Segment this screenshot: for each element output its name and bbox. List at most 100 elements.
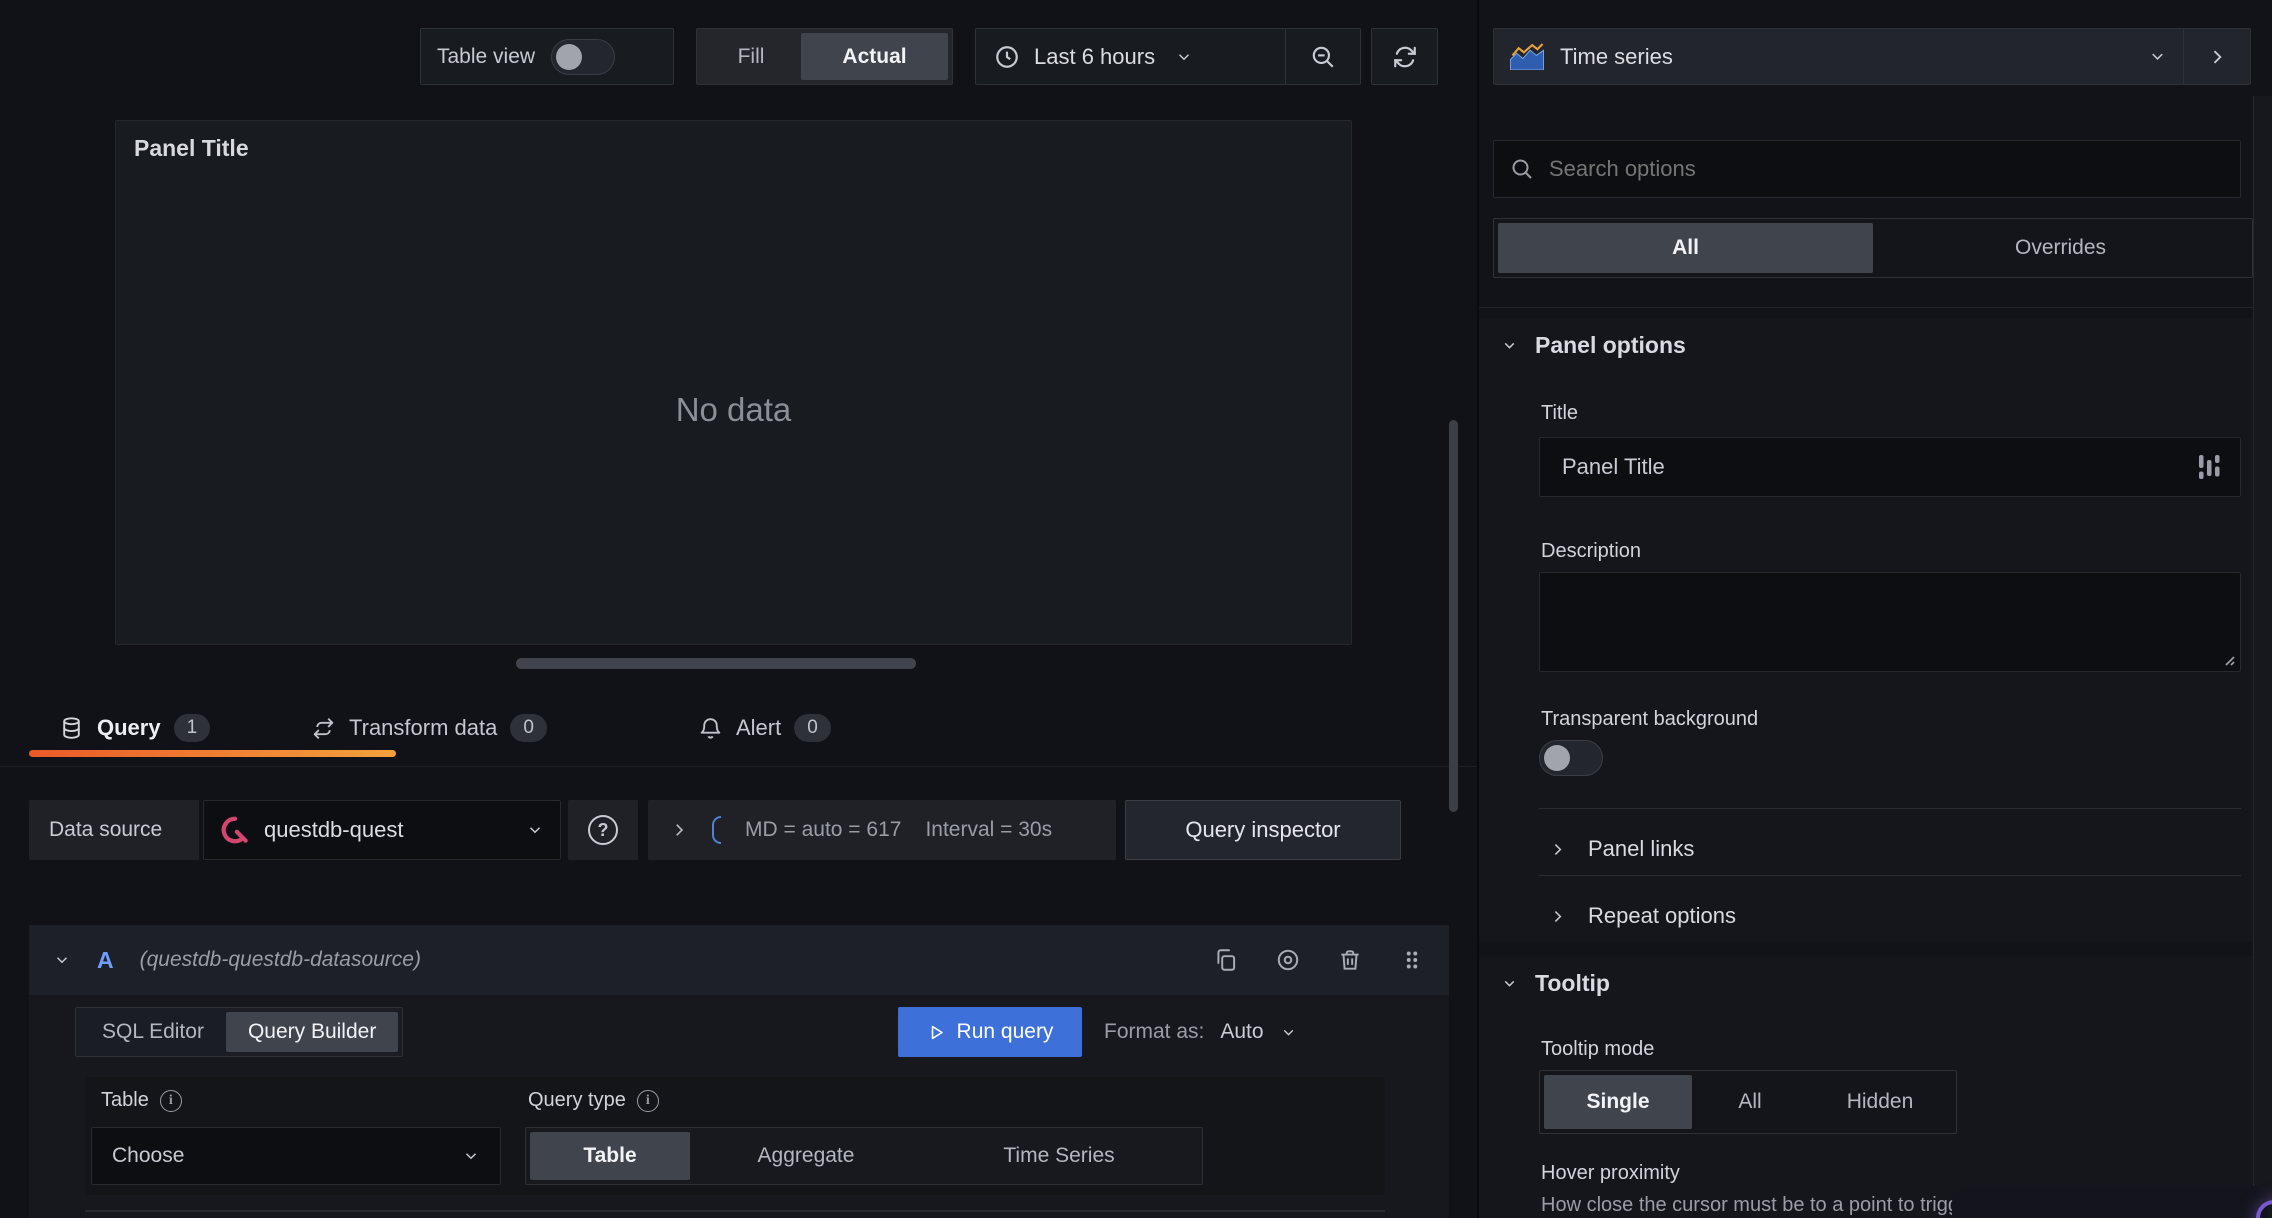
title-field-label: Title: [1541, 402, 1579, 424]
panel-links-row[interactable]: Panel links: [1549, 823, 1694, 875]
tooltip-mode-segmented: Single All Hidden: [1539, 1070, 1957, 1134]
options-sidebar: Time series All Over: [1479, 0, 2272, 1218]
duplicate-query-button[interactable]: [1213, 947, 1239, 973]
tooltip-mode-all[interactable]: All: [1692, 1075, 1808, 1129]
table-view-toggle[interactable]: [551, 38, 616, 75]
info-icon: i: [159, 1089, 182, 1112]
transform-icon: [311, 716, 336, 741]
help-icon: ?: [588, 815, 618, 845]
vertical-scrollbar[interactable]: [1449, 420, 1458, 812]
format-as-label: Format as:: [1104, 1020, 1205, 1043]
description-textarea[interactable]: [1540, 573, 2240, 671]
description-field-label: Description: [1541, 540, 1642, 562]
tab-transform-badge: 0: [510, 714, 547, 742]
max-data-points-text: MD = auto = 617: [745, 818, 902, 841]
visualization-picker: Time series: [1493, 28, 2251, 85]
filter-tab-overrides[interactable]: Overrides: [1873, 223, 2248, 273]
tooltip-mode-hidden[interactable]: Hidden: [1808, 1075, 1952, 1129]
table-select[interactable]: Choose: [91, 1127, 501, 1185]
tooltip-mode-single[interactable]: Single: [1544, 1075, 1692, 1129]
tab-transform-data[interactable]: Transform data 0: [311, 702, 547, 754]
tab-query[interactable]: Query 1: [59, 702, 211, 754]
chevron-down-icon: [1280, 1024, 1297, 1041]
questdb-logo-icon: [220, 815, 250, 845]
tab-alert[interactable]: Alert 0: [698, 702, 831, 754]
table-select-value: Choose: [112, 1144, 185, 1167]
query-datasource-note: (questdb-questdb-datasource): [139, 948, 421, 971]
query-inspector-button[interactable]: Query inspector: [1125, 800, 1401, 860]
actual-option[interactable]: Actual: [801, 33, 948, 80]
toggle-knob: [556, 43, 583, 70]
format-as-control[interactable]: Format as: Auto: [1104, 1007, 1297, 1057]
description-field: [1539, 572, 2241, 672]
panel-title-input[interactable]: [1560, 453, 2198, 481]
sql-editor-option[interactable]: SQL Editor: [80, 1012, 226, 1052]
query-type-aggregate[interactable]: Aggregate: [690, 1132, 922, 1180]
tab-alert-label: Alert: [736, 715, 782, 740]
query-builder-option[interactable]: Query Builder: [225, 1012, 399, 1052]
transparent-background-label: Transparent background: [1541, 708, 1759, 730]
row-divider: [1539, 808, 2241, 809]
fill-option[interactable]: Fill: [701, 33, 801, 80]
time-series-viz-icon: [1510, 43, 1544, 70]
table-view-label: Table view: [437, 44, 536, 68]
info-icon: i: [636, 1089, 659, 1112]
panel-options-header[interactable]: Panel options: [1501, 332, 1686, 359]
query-type-time-series[interactable]: Time Series: [922, 1132, 1196, 1180]
options-search: [1493, 140, 2241, 198]
row-divider: [1539, 875, 2241, 876]
refresh-button[interactable]: [1371, 28, 1438, 85]
query-type-table[interactable]: Table: [530, 1132, 690, 1180]
sidebar-scrollbar-track[interactable]: [2253, 96, 2272, 1218]
repeat-options-row[interactable]: Repeat options: [1549, 890, 1736, 942]
zoom-out-button[interactable]: [1286, 44, 1360, 70]
angle-right-icon: [1549, 841, 1566, 858]
panel-options-section: Panel options Title Description: [1479, 318, 2253, 942]
angle-right-icon: [2207, 47, 2227, 67]
resize-handle-icon[interactable]: [2220, 651, 2236, 667]
clock-icon: [994, 44, 1020, 70]
zoom-out-icon: [1310, 44, 1336, 70]
delete-query-trash-button[interactable]: [1337, 947, 1363, 973]
disable-query-eye-button[interactable]: [1275, 947, 1301, 973]
transparent-background-toggle[interactable]: [1539, 740, 1603, 776]
datasource-help-button[interactable]: ?: [568, 800, 638, 860]
bell-icon: [698, 716, 723, 741]
chevron-down-icon: [462, 1147, 480, 1165]
query-ref-id: A: [97, 946, 114, 973]
chevron-down-icon: [1501, 337, 1518, 354]
visualization-name: Time series: [1560, 43, 1673, 69]
no-data-message: No data: [675, 391, 792, 428]
search-icon: [1510, 157, 1534, 181]
format-as-value: Auto: [1220, 1020, 1264, 1043]
suggestions-bars-icon[interactable]: [2198, 453, 2220, 481]
tab-transform-label: Transform data: [349, 715, 498, 740]
tooltip-header[interactable]: Tooltip: [1501, 970, 1610, 997]
chevron-down-icon: [1175, 48, 1193, 66]
datasource-picker[interactable]: questdb-quest: [203, 800, 561, 860]
editor-mode-segmented: SQL Editor Query Builder: [75, 1007, 404, 1057]
query-type-field-label: Query type i: [528, 1089, 659, 1112]
time-range-button[interactable]: Last 6 hours: [976, 44, 1285, 70]
query-type-segmented: Table Aggregate Time Series: [525, 1127, 1203, 1185]
tooltip-section: Tooltip Tooltip mode Single All Hidden H…: [1479, 956, 2253, 1218]
hover-proximity-label: Hover proximity: [1541, 1162, 1680, 1184]
options-search-input[interactable]: [1547, 155, 2224, 183]
chevron-down-icon[interactable]: [53, 951, 71, 969]
datasource-label: Data source: [29, 800, 199, 860]
filter-tab-all[interactable]: All: [1498, 223, 1873, 273]
angle-right-icon: [670, 821, 688, 839]
query-editor-body: SQL Editor Query Builder Run query Forma…: [29, 995, 1449, 1218]
drag-handle[interactable]: [1399, 947, 1425, 973]
panel-preview: Panel Title No data: [115, 120, 1352, 645]
collapse-options-button[interactable]: [2184, 29, 2250, 84]
toast-notification[interactable]: [1952, 1186, 2268, 1218]
query-row-header[interactable]: A (questdb-questdb-datasource): [29, 925, 1449, 995]
datasource-name: questdb-quest: [264, 817, 404, 842]
chevron-down-icon: [2148, 47, 2167, 66]
time-range-label: Last 6 hours: [1034, 43, 1156, 69]
horizontal-scrollbar[interactable]: [516, 658, 916, 669]
query-options-summary[interactable]: MD = auto = 617 Interval = 30s: [648, 800, 1116, 860]
visualization-select[interactable]: Time series: [1494, 29, 2183, 84]
run-query-button[interactable]: Run query: [898, 1007, 1082, 1057]
